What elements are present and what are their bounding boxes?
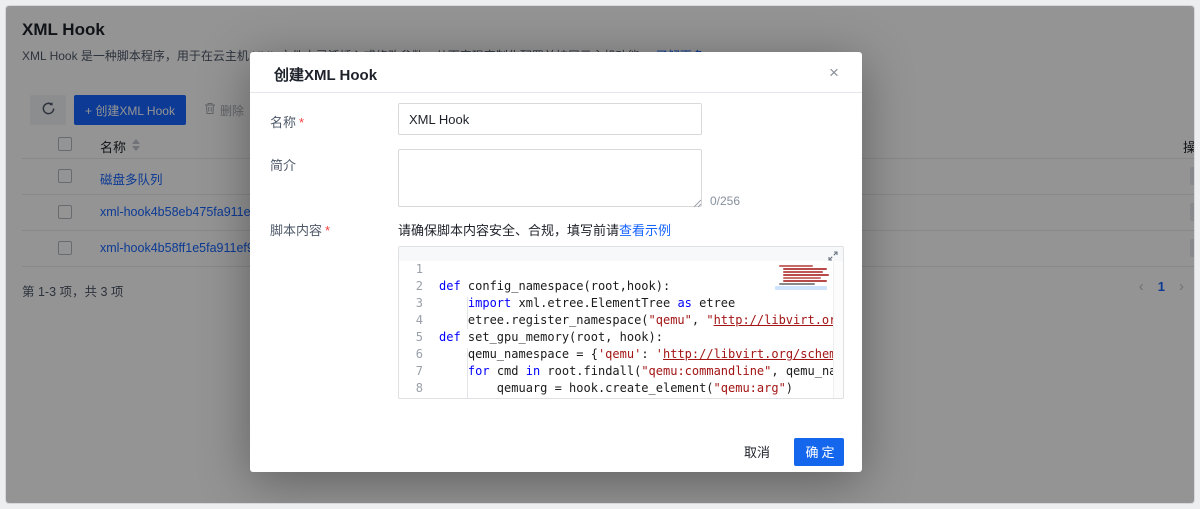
modal-footer: 取消 确定: [736, 436, 844, 467]
line-number: 5: [399, 329, 433, 346]
required-asterisk: *: [299, 115, 304, 130]
code-line[interactable]: [439, 261, 833, 278]
editor-code[interactable]: def config_namespace(root,hook): import …: [439, 261, 833, 398]
view-example-link[interactable]: 查看示例: [619, 223, 671, 238]
name-field-label: 名称*: [270, 112, 304, 131]
char-counter: 0/256: [710, 194, 740, 208]
script-field-label: 脚本内容*: [270, 220, 330, 239]
code-line[interactable]: def set_gpu_memory(root, hook):: [439, 329, 833, 346]
close-icon[interactable]: ×: [822, 61, 846, 85]
confirm-button[interactable]: 确定: [794, 438, 844, 466]
create-xml-hook-modal: 创建XML Hook × 名称* 简介 0/256 脚本内容* 请确保脚本内容安…: [250, 52, 862, 472]
code-line[interactable]: def config_namespace(root,hook):: [439, 278, 833, 295]
line-number: 3: [399, 295, 433, 312]
required-asterisk: *: [325, 223, 330, 238]
code-line[interactable]: for cmd in root.findall("qemu:commandlin…: [439, 363, 833, 380]
cancel-button[interactable]: 取消: [736, 436, 778, 467]
line-number: 6: [399, 346, 433, 363]
line-number: 8: [399, 380, 433, 397]
line-number: 7: [399, 363, 433, 380]
script-hint: 请确保脚本内容安全、合规，填写前请查看示例: [398, 220, 671, 239]
app-window: XML Hook XML Hook 是一种脚本程序，用于在云主机 XML 文件中…: [5, 5, 1195, 504]
editor-scrollbar[interactable]: [833, 261, 843, 398]
code-line[interactable]: etree.register_namespace("qemu", "http:/…: [439, 312, 833, 329]
code-line[interactable]: qemuarg = hook.create_element("qemu:arg"…: [439, 380, 833, 397]
line-number: 1: [399, 261, 433, 278]
line-number: 2: [399, 278, 433, 295]
minimap[interactable]: [775, 264, 831, 306]
editor-toolbar: [399, 247, 843, 261]
indent-guide: [467, 348, 468, 398]
code-editor[interactable]: 123456789 def config_namespace(root,hook…: [398, 246, 844, 399]
code-line[interactable]: qemu_namespace = {'qemu': 'http://libvir…: [439, 346, 833, 363]
modal-header: 创建XML Hook ×: [250, 52, 862, 93]
line-number: 4: [399, 312, 433, 329]
indent-guide: [467, 297, 468, 329]
modal-title: 创建XML Hook: [274, 64, 377, 85]
code-line[interactable]: import xml.etree.ElementTree as etree: [439, 295, 833, 312]
intro-textarea[interactable]: [398, 149, 702, 207]
code-line[interactable]: hook.add_attribute(qemuarg, "value", "-f…: [439, 397, 833, 398]
editor-gutter: 123456789: [399, 261, 433, 398]
name-input[interactable]: [398, 103, 702, 135]
line-number: 9: [399, 397, 433, 398]
intro-field-label: 简介: [270, 155, 296, 174]
